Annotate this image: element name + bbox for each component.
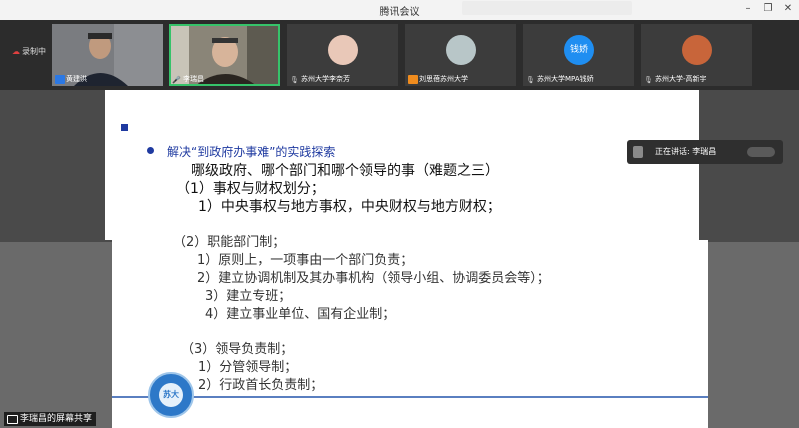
participant-tile[interactable]: 黄建洪 bbox=[52, 24, 163, 86]
recording-indicator[interactable]: ☁ 录制中 bbox=[12, 46, 46, 57]
slide-line: 哪级政府、哪个部门和哪个领导的事（难题之三） bbox=[191, 163, 499, 179]
slide-line: 4）建立事业单位、国有企业制； bbox=[205, 307, 396, 322]
cloud-record-icon: ☁ bbox=[12, 47, 20, 56]
participant-tile-active[interactable]: 🎤 李瑞昌 bbox=[169, 24, 280, 86]
university-logo: 苏大 bbox=[148, 372, 194, 418]
participant-name: 苏州大学-高新宇 bbox=[655, 75, 707, 83]
host-icon bbox=[55, 75, 65, 84]
close-icon[interactable]: ✕ bbox=[781, 3, 795, 14]
audio-wave-icon bbox=[747, 147, 775, 157]
participant-name: 黄建洪 bbox=[66, 75, 87, 83]
slide-line: （1）事权与财权划分； bbox=[176, 181, 325, 197]
maximize-icon[interactable]: ❐ bbox=[761, 3, 775, 14]
slide-footer-line bbox=[112, 396, 708, 398]
participant-tile[interactable]: 🎙 苏州大学-高新宇 bbox=[641, 24, 752, 86]
speaking-label: 正在讲话: 李瑞昌 bbox=[655, 147, 717, 156]
slide-line: 3）建立专班； bbox=[205, 289, 292, 304]
participant-tile[interactable]: 🎙 苏州大学李奈芳 bbox=[287, 24, 398, 86]
bullet-square-icon bbox=[121, 124, 128, 131]
participant-name: 苏州大学李奈芳 bbox=[301, 75, 350, 83]
logo-text: 苏大 bbox=[159, 383, 183, 407]
slide-line: 1）中央事权与地方事权，中央财权与地方财权； bbox=[198, 199, 501, 215]
title-bar: 腾讯会议 – ❐ ✕ bbox=[0, 0, 799, 21]
slide-line: 2）行政首长负责制； bbox=[198, 378, 324, 393]
speaker-avatar-icon bbox=[633, 146, 643, 158]
screen-share-icon bbox=[7, 415, 18, 424]
mic-off-icon: 🎙 bbox=[290, 76, 299, 84]
slide-line: 2）建立协调机制及其办事机构（领导小组、协调委员会等）； bbox=[197, 271, 550, 286]
slide-heading: 解决“到政府办事难”的实践探索 bbox=[167, 145, 336, 159]
screen-share-label: 李瑞昌的屏幕共享 bbox=[4, 412, 97, 426]
window-title: 腾讯会议 bbox=[379, 7, 420, 18]
slide-line: 1）分管领导制； bbox=[198, 360, 298, 375]
participant-name: 苏州大学MPA钱娇 bbox=[537, 75, 594, 83]
participant-avatar bbox=[682, 35, 712, 65]
slide-line: （2）职能部门制； bbox=[173, 235, 286, 250]
participant-tile[interactable]: 刘思蓓苏州大学 bbox=[405, 24, 516, 86]
mic-off-icon: 🎙 bbox=[526, 76, 535, 84]
recording-label: 录制中 bbox=[22, 47, 46, 56]
participant-name: 李瑞昌 bbox=[183, 75, 204, 83]
cohost-icon bbox=[408, 75, 418, 84]
minimize-icon[interactable]: – bbox=[741, 3, 755, 14]
slide-line: （3）领导负责制； bbox=[181, 342, 294, 357]
slide-line: 1）原则上，一项事由一个部门负责； bbox=[197, 253, 414, 268]
mic-icon: 🎤 bbox=[172, 76, 181, 84]
participant-avatar bbox=[328, 35, 358, 65]
participant-avatar bbox=[446, 35, 476, 65]
participant-tile[interactable]: 钱娇 🎙 苏州大学MPA钱娇 bbox=[523, 24, 634, 86]
speaking-indicator: 正在讲话: 李瑞昌 bbox=[627, 140, 783, 164]
screen-share-text: 李瑞昌的屏幕共享 bbox=[20, 414, 93, 424]
mic-off-icon: 🎙 bbox=[644, 76, 653, 84]
bullet-dot-icon bbox=[147, 147, 154, 154]
participant-name: 刘思蓓苏州大学 bbox=[419, 75, 468, 83]
participant-avatar: 钱娇 bbox=[564, 35, 594, 65]
